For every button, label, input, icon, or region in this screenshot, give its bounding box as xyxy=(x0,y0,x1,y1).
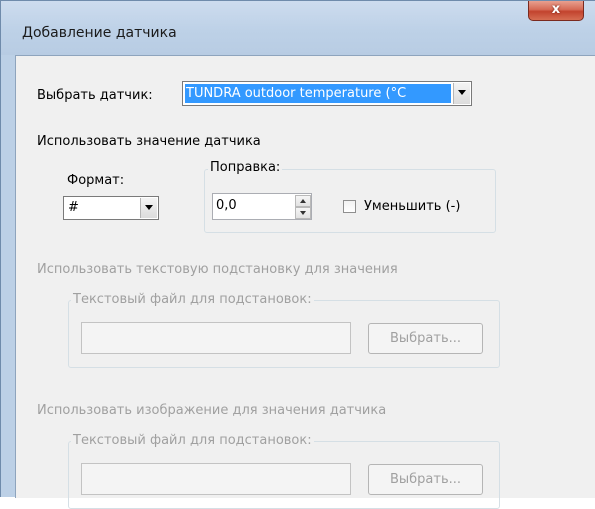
image-substitution-file-field[interactable] xyxy=(81,463,351,495)
spin-down-icon[interactable] xyxy=(295,207,311,219)
text-substitution-label: Использовать текстовую подстановку для з… xyxy=(37,262,398,277)
correction-value: 0,0 xyxy=(216,198,237,213)
decrease-label: Уменьшить (-) xyxy=(364,199,461,214)
title-bar[interactable]: Добавление датчика x xyxy=(1,1,595,55)
text-substitution-group-label: Текстовый файл для подстановок: xyxy=(71,292,314,307)
chevron-down-icon[interactable] xyxy=(453,83,470,104)
image-substitution-label: Использовать изображение для значения да… xyxy=(37,403,387,418)
format-select-value: # xyxy=(68,200,79,215)
dialog-window: Добавление датчика x Выбрать датчик: TUN… xyxy=(0,0,595,509)
text-substitution-browse-button[interactable]: Выбрать... xyxy=(368,323,483,354)
format-label: Формат: xyxy=(67,173,125,188)
correction-input[interactable]: 0,0 xyxy=(212,193,312,220)
use-value-label: Использовать значение датчика xyxy=(37,134,261,149)
decrease-checkbox[interactable] xyxy=(343,200,356,213)
sensor-select-value: TUNDRA outdoor temperature (°C xyxy=(185,84,451,103)
sensor-select-label: Выбрать датчик: xyxy=(37,88,153,103)
dialog-content: Выбрать датчик: TUNDRA outdoor temperatu… xyxy=(15,55,595,509)
close-icon: x xyxy=(551,2,561,17)
spin-up-icon[interactable] xyxy=(295,195,311,207)
sensor-select[interactable]: TUNDRA outdoor temperature (°C xyxy=(182,81,472,106)
close-button[interactable]: x xyxy=(528,1,584,21)
text-substitution-file-field[interactable] xyxy=(81,322,351,354)
format-select[interactable]: # xyxy=(63,196,159,220)
window-title: Добавление датчика xyxy=(22,25,177,41)
correction-group-label: Поправка: xyxy=(208,160,283,175)
image-substitution-group-label: Текстовый файл для подстановок: xyxy=(71,433,314,448)
chevron-down-icon[interactable] xyxy=(140,198,157,218)
image-substitution-browse-button[interactable]: Выбрать... xyxy=(368,464,483,495)
